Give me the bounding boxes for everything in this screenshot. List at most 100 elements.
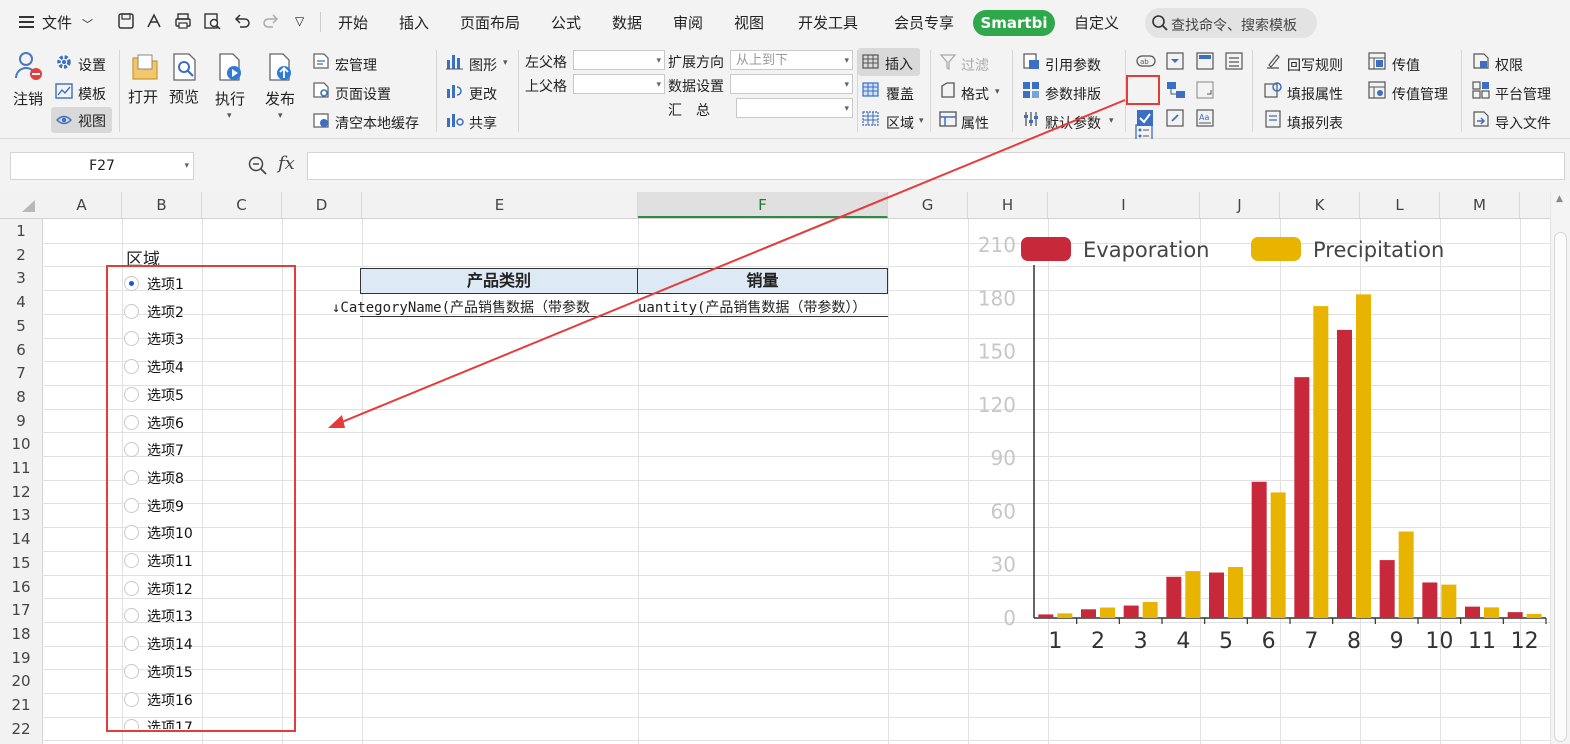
tab-smartbi[interactable]: Smartbi — [973, 10, 1055, 36]
column-header-j[interactable]: J — [1200, 192, 1280, 218]
page-setup-icon[interactable] — [312, 81, 330, 99]
filter-icon[interactable] — [939, 53, 957, 71]
gear-icon[interactable] — [55, 53, 73, 71]
row-header[interactable]: 18 — [0, 622, 42, 646]
cover-button[interactable]: 覆盖 — [886, 84, 914, 104]
permission-icon[interactable] — [1472, 52, 1490, 70]
evaporation-precipitation-chart[interactable]: 03060901201501802101 2 3 4 5 6 7 8 9 10 11 12Evapor… — [966, 228, 1548, 658]
zoom-icon[interactable] — [248, 156, 268, 176]
row-header[interactable]: 19 — [0, 646, 42, 670]
column-header-h[interactable]: H — [968, 192, 1048, 218]
pass-value-button[interactable]: 传值 — [1392, 55, 1420, 75]
summary-select[interactable]: ▾ — [736, 98, 853, 118]
export-icon[interactable] — [145, 12, 163, 30]
cover-grid-icon[interactable] — [862, 82, 880, 98]
tab-custom[interactable]: 自定义 — [1074, 12, 1119, 33]
print-icon[interactable] — [174, 12, 192, 30]
row-header[interactable]: 2 — [0, 243, 42, 267]
tab-member[interactable]: 会员专享 — [894, 12, 954, 33]
text-box-control-icon[interactable]: Aa — [1196, 109, 1214, 127]
property-icon[interactable] — [939, 110, 957, 128]
column-header-g[interactable]: G — [888, 192, 968, 218]
share-button[interactable]: 共享 — [469, 113, 497, 133]
tree-control-icon[interactable] — [1166, 81, 1186, 99]
header-sales-volume[interactable]: 销量 — [637, 268, 888, 294]
bar-chart-icon[interactable] — [445, 52, 465, 70]
top-parent-select[interactable]: ▾ — [573, 74, 665, 94]
execute-button[interactable]: 执行 — [215, 88, 245, 109]
redo-icon[interactable] — [262, 12, 280, 30]
fill-list-icon[interactable] — [1264, 110, 1282, 128]
format-button[interactable]: 格式 — [961, 84, 989, 104]
graph-button[interactable]: 图形 — [469, 55, 497, 75]
print-preview-icon[interactable] — [203, 12, 221, 30]
open-button[interactable]: 打开 — [128, 86, 158, 107]
row-header[interactable]: 8 — [0, 385, 42, 409]
row-header[interactable]: 1 — [0, 219, 42, 243]
tab-insert[interactable]: 插入 — [399, 12, 429, 33]
file-menu[interactable]: 文件 — [42, 12, 72, 33]
row-header[interactable]: 7 — [0, 361, 42, 385]
expand-direction-select[interactable]: 从上到下 ▾ — [730, 50, 853, 70]
preview-button[interactable]: 预览 — [169, 86, 199, 107]
settings-button[interactable]: 设置 — [78, 55, 106, 75]
import-file-button[interactable]: 导入文件 — [1495, 113, 1551, 133]
column-header-c[interactable]: C — [202, 192, 282, 218]
ref-param-icon[interactable] — [1022, 52, 1040, 70]
column-header-e[interactable]: E — [362, 192, 638, 218]
row-header[interactable]: 13 — [0, 503, 42, 527]
template-button[interactable]: 模板 — [78, 84, 106, 104]
format-dropdown-icon[interactable]: ▾ — [995, 87, 1000, 97]
column-header-f[interactable]: F — [638, 192, 888, 218]
vertical-scrollbar[interactable]: ▲ — [1550, 192, 1570, 744]
chevron-down-icon[interactable]: ▾ — [184, 153, 189, 179]
execute-icon[interactable] — [217, 52, 245, 82]
row-header[interactable]: 20 — [0, 669, 42, 693]
default-param-dropdown-icon[interactable]: ▾ — [1109, 116, 1114, 126]
logout-label[interactable]: 注销 — [13, 88, 43, 109]
page-setup-button[interactable]: 页面设置 — [335, 84, 391, 104]
tab-page-layout[interactable]: 页面布局 — [460, 12, 520, 33]
tab-view[interactable]: 视图 — [734, 12, 764, 33]
pass-value-manage-button[interactable]: 传值管理 — [1392, 84, 1448, 104]
writeback-rule-icon[interactable] — [1264, 52, 1282, 70]
undo-icon[interactable] — [233, 12, 251, 30]
tab-formulas[interactable]: 公式 — [551, 12, 581, 33]
row-header[interactable]: 15 — [0, 551, 42, 575]
param-layout-button[interactable]: 参数排版 — [1045, 84, 1101, 104]
checkbox-control-icon[interactable] — [1136, 109, 1154, 127]
hamburger-menu-icon[interactable] — [18, 14, 36, 30]
select-all-icon[interactable] — [20, 199, 36, 213]
macro-icon[interactable] — [312, 52, 330, 70]
column-header-a[interactable]: A — [42, 192, 122, 218]
open-icon[interactable] — [130, 52, 160, 82]
cell-f4-quantity-field[interactable]: uantity(产品销售数据（带参数）） — [638, 297, 866, 317]
property-button[interactable]: 属性 — [961, 113, 989, 133]
row-header[interactable]: 14 — [0, 527, 42, 551]
publish-button[interactable]: 发布 — [265, 88, 295, 109]
row-header[interactable]: 6 — [0, 338, 42, 362]
scroll-up-icon[interactable]: ▲ — [1556, 194, 1563, 204]
writeback-rule-button[interactable]: 回写规则 — [1287, 55, 1343, 75]
logout-icon[interactable] — [14, 50, 44, 82]
row-header[interactable]: 11 — [0, 456, 42, 480]
ref-param-button[interactable]: 引用参数 — [1045, 55, 1101, 75]
scrollbar-thumb[interactable] — [1554, 232, 1567, 742]
column-header-d[interactable]: D — [282, 192, 362, 218]
publish-dropdown-icon[interactable]: ▾ — [278, 111, 283, 121]
graph-dropdown-icon[interactable]: ▾ — [503, 58, 508, 68]
permission-button[interactable]: 权限 — [1495, 55, 1523, 75]
platform-manage-button[interactable]: 平台管理 — [1495, 84, 1551, 104]
row-header[interactable]: 9 — [0, 409, 42, 433]
format-icon[interactable] — [939, 81, 957, 99]
data-setting-select[interactable]: ▾ — [730, 74, 853, 94]
panel-control-icon[interactable] — [1196, 52, 1214, 70]
command-search-box[interactable]: 查找命令、搜索模板 — [1145, 8, 1317, 38]
header-product-category[interactable]: 产品类别 — [360, 268, 638, 294]
area-dropdown-icon[interactable]: ▾ — [919, 116, 924, 126]
column-header-k[interactable]: K — [1280, 192, 1360, 218]
pass-value-icon[interactable] — [1368, 52, 1386, 70]
tab-review[interactable]: 审阅 — [673, 12, 703, 33]
area-grid-icon[interactable] — [862, 111, 880, 127]
default-param-button[interactable]: 默认参数 — [1045, 113, 1101, 133]
